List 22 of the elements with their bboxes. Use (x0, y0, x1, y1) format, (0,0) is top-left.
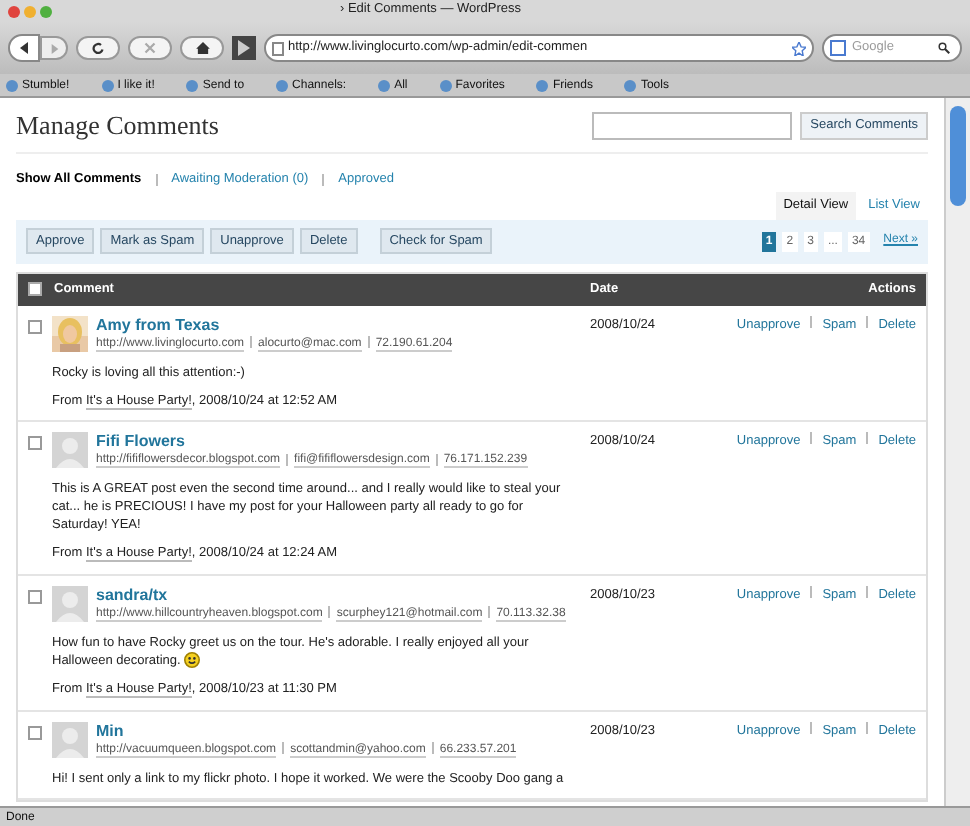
row-checkbox[interactable] (28, 319, 42, 333)
home-icon (195, 42, 209, 54)
close-icon[interactable] (8, 5, 20, 17)
comment-search-field[interactable] (592, 111, 793, 139)
stop-icon (144, 42, 156, 54)
page-title: Manage Comments (16, 107, 219, 144)
back-icon (18, 42, 30, 54)
forward-icon (49, 43, 59, 53)
zoom-icon[interactable] (40, 5, 52, 17)
select-all-checkbox[interactable] (28, 282, 42, 296)
back-button[interactable] (8, 34, 40, 62)
home-button[interactable] (180, 36, 224, 60)
smiley-icon (184, 652, 201, 669)
reload-button[interactable] (76, 36, 120, 60)
row-checkbox[interactable] (28, 725, 42, 740)
row-checkbox[interactable] (28, 590, 42, 604)
row-checkbox[interactable] (28, 436, 42, 451)
search-icon (938, 42, 950, 54)
star-icon[interactable] (792, 41, 806, 55)
page-icon (272, 41, 284, 55)
reload-icon (92, 42, 104, 54)
scrollbar[interactable] (944, 98, 970, 806)
